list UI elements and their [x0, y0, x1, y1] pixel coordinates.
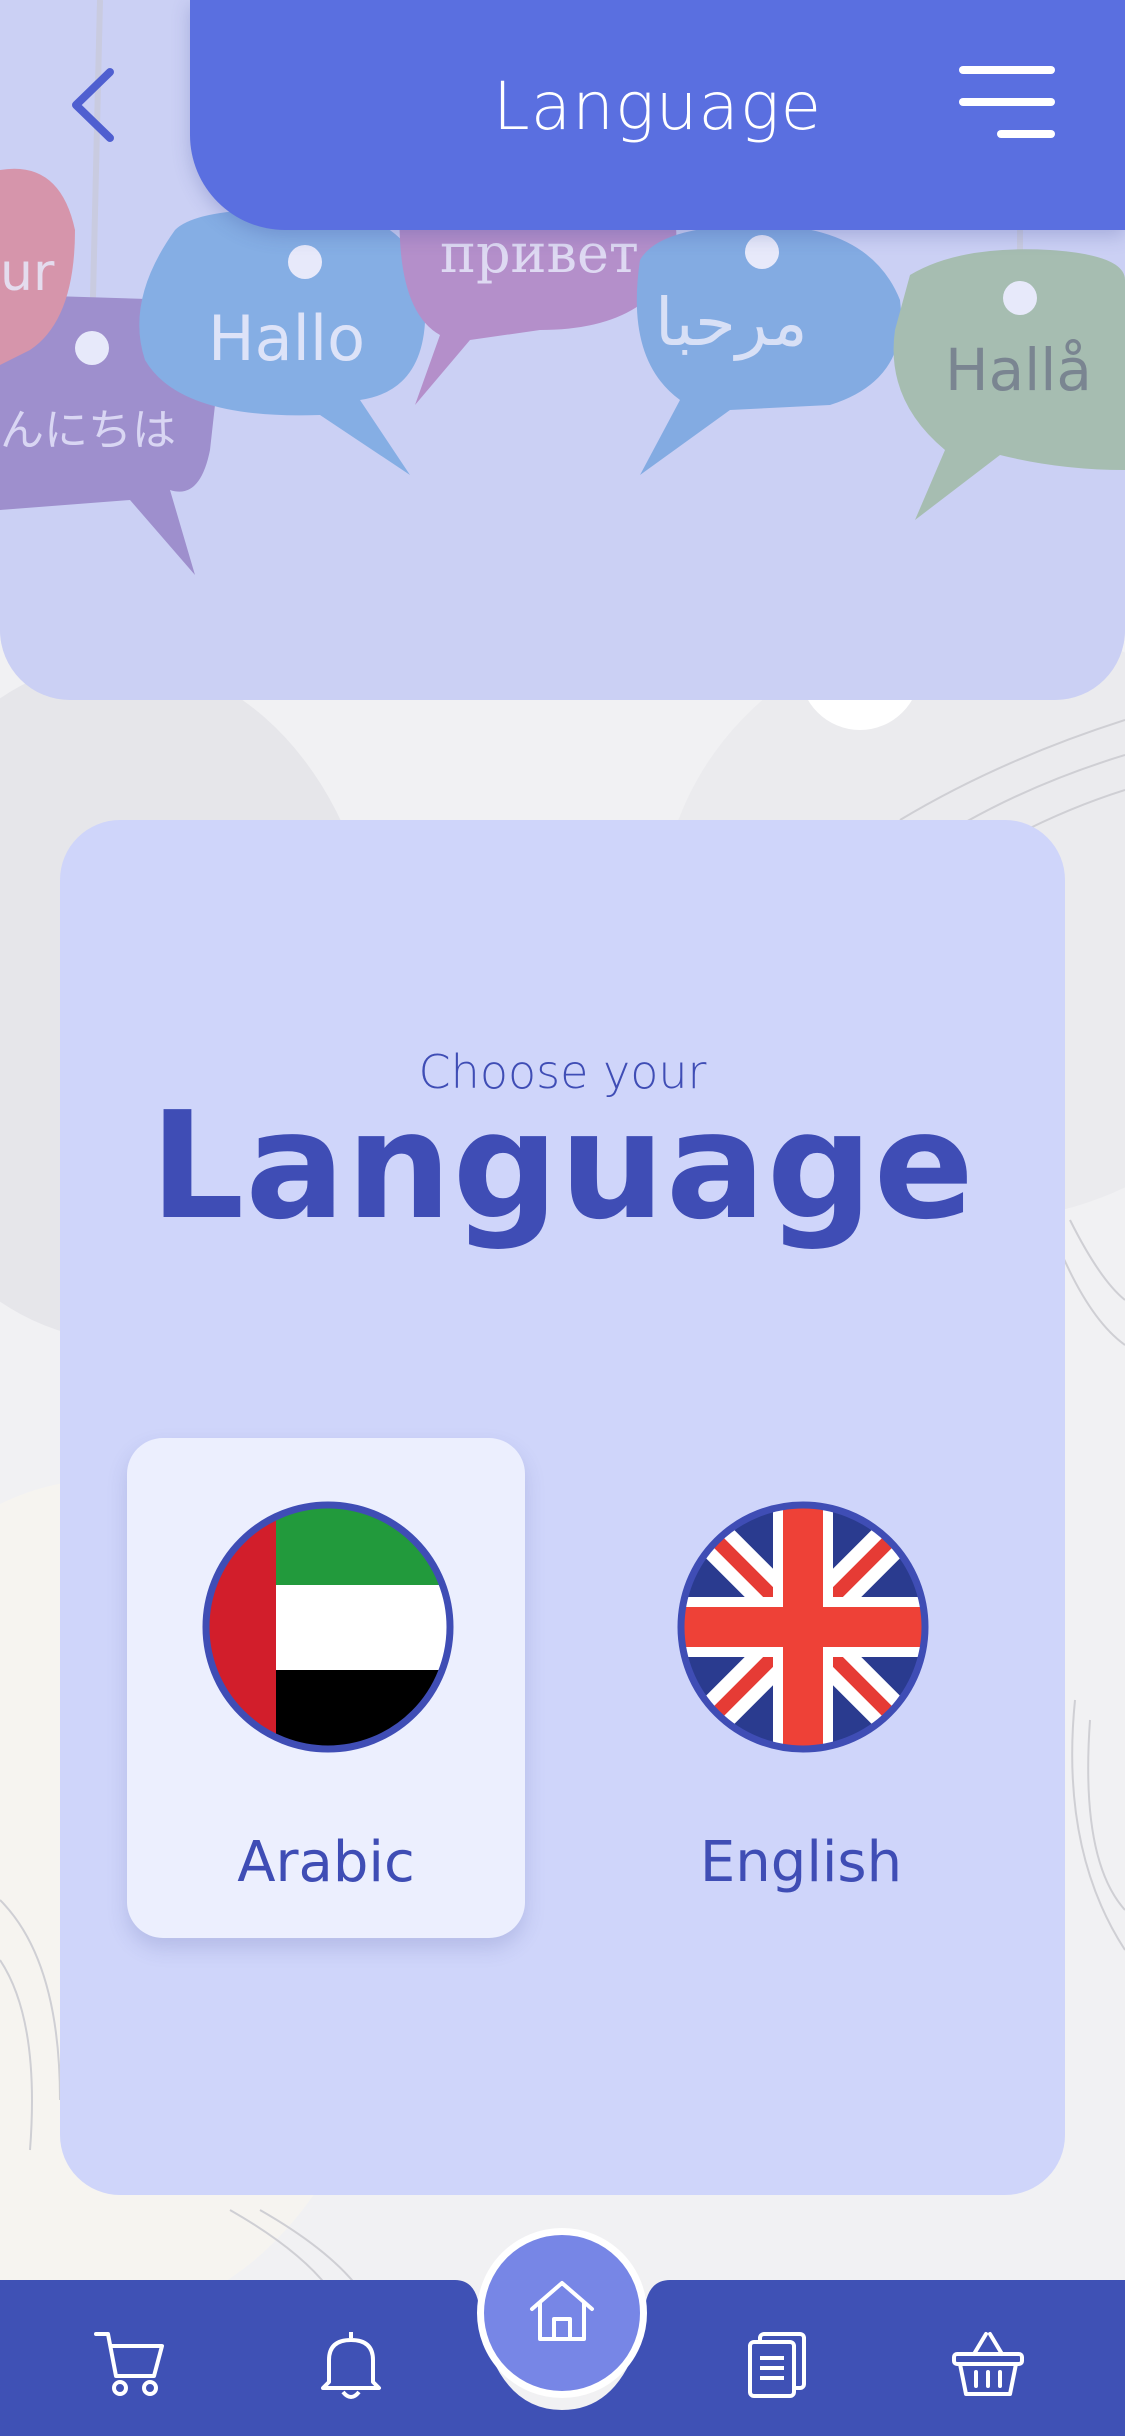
home-icon — [530, 2281, 594, 2341]
back-button[interactable] — [58, 60, 138, 150]
document-icon — [748, 2332, 806, 2398]
cart-button[interactable] — [92, 2326, 168, 2402]
orders-button[interactable] — [740, 2326, 816, 2402]
basket-icon — [952, 2332, 1024, 2396]
uae-flag-icon — [202, 1501, 454, 1753]
basket-button[interactable] — [950, 2326, 1026, 2402]
bell-icon — [321, 2332, 381, 2399]
language-label-english: English — [699, 1830, 903, 1895]
language-option-english[interactable]: English — [602, 1438, 1000, 1938]
top-app-bar: Language — [190, 0, 1125, 230]
bottom-navigation — [0, 2228, 1125, 2436]
chevron-left-icon — [72, 68, 114, 142]
language-selection-card: Choose your Language Arabic English — [60, 820, 1065, 2195]
language-option-arabic[interactable]: Arabic — [127, 1438, 525, 1938]
language-label-arabic: Arabic — [237, 1830, 415, 1895]
card-title: Language — [149, 1080, 976, 1252]
menu-button[interactable] — [959, 66, 1055, 138]
uk-flag-icon — [677, 1501, 929, 1753]
home-button[interactable] — [477, 2228, 647, 2398]
cart-icon — [94, 2332, 164, 2396]
notifications-button[interactable] — [313, 2326, 389, 2402]
